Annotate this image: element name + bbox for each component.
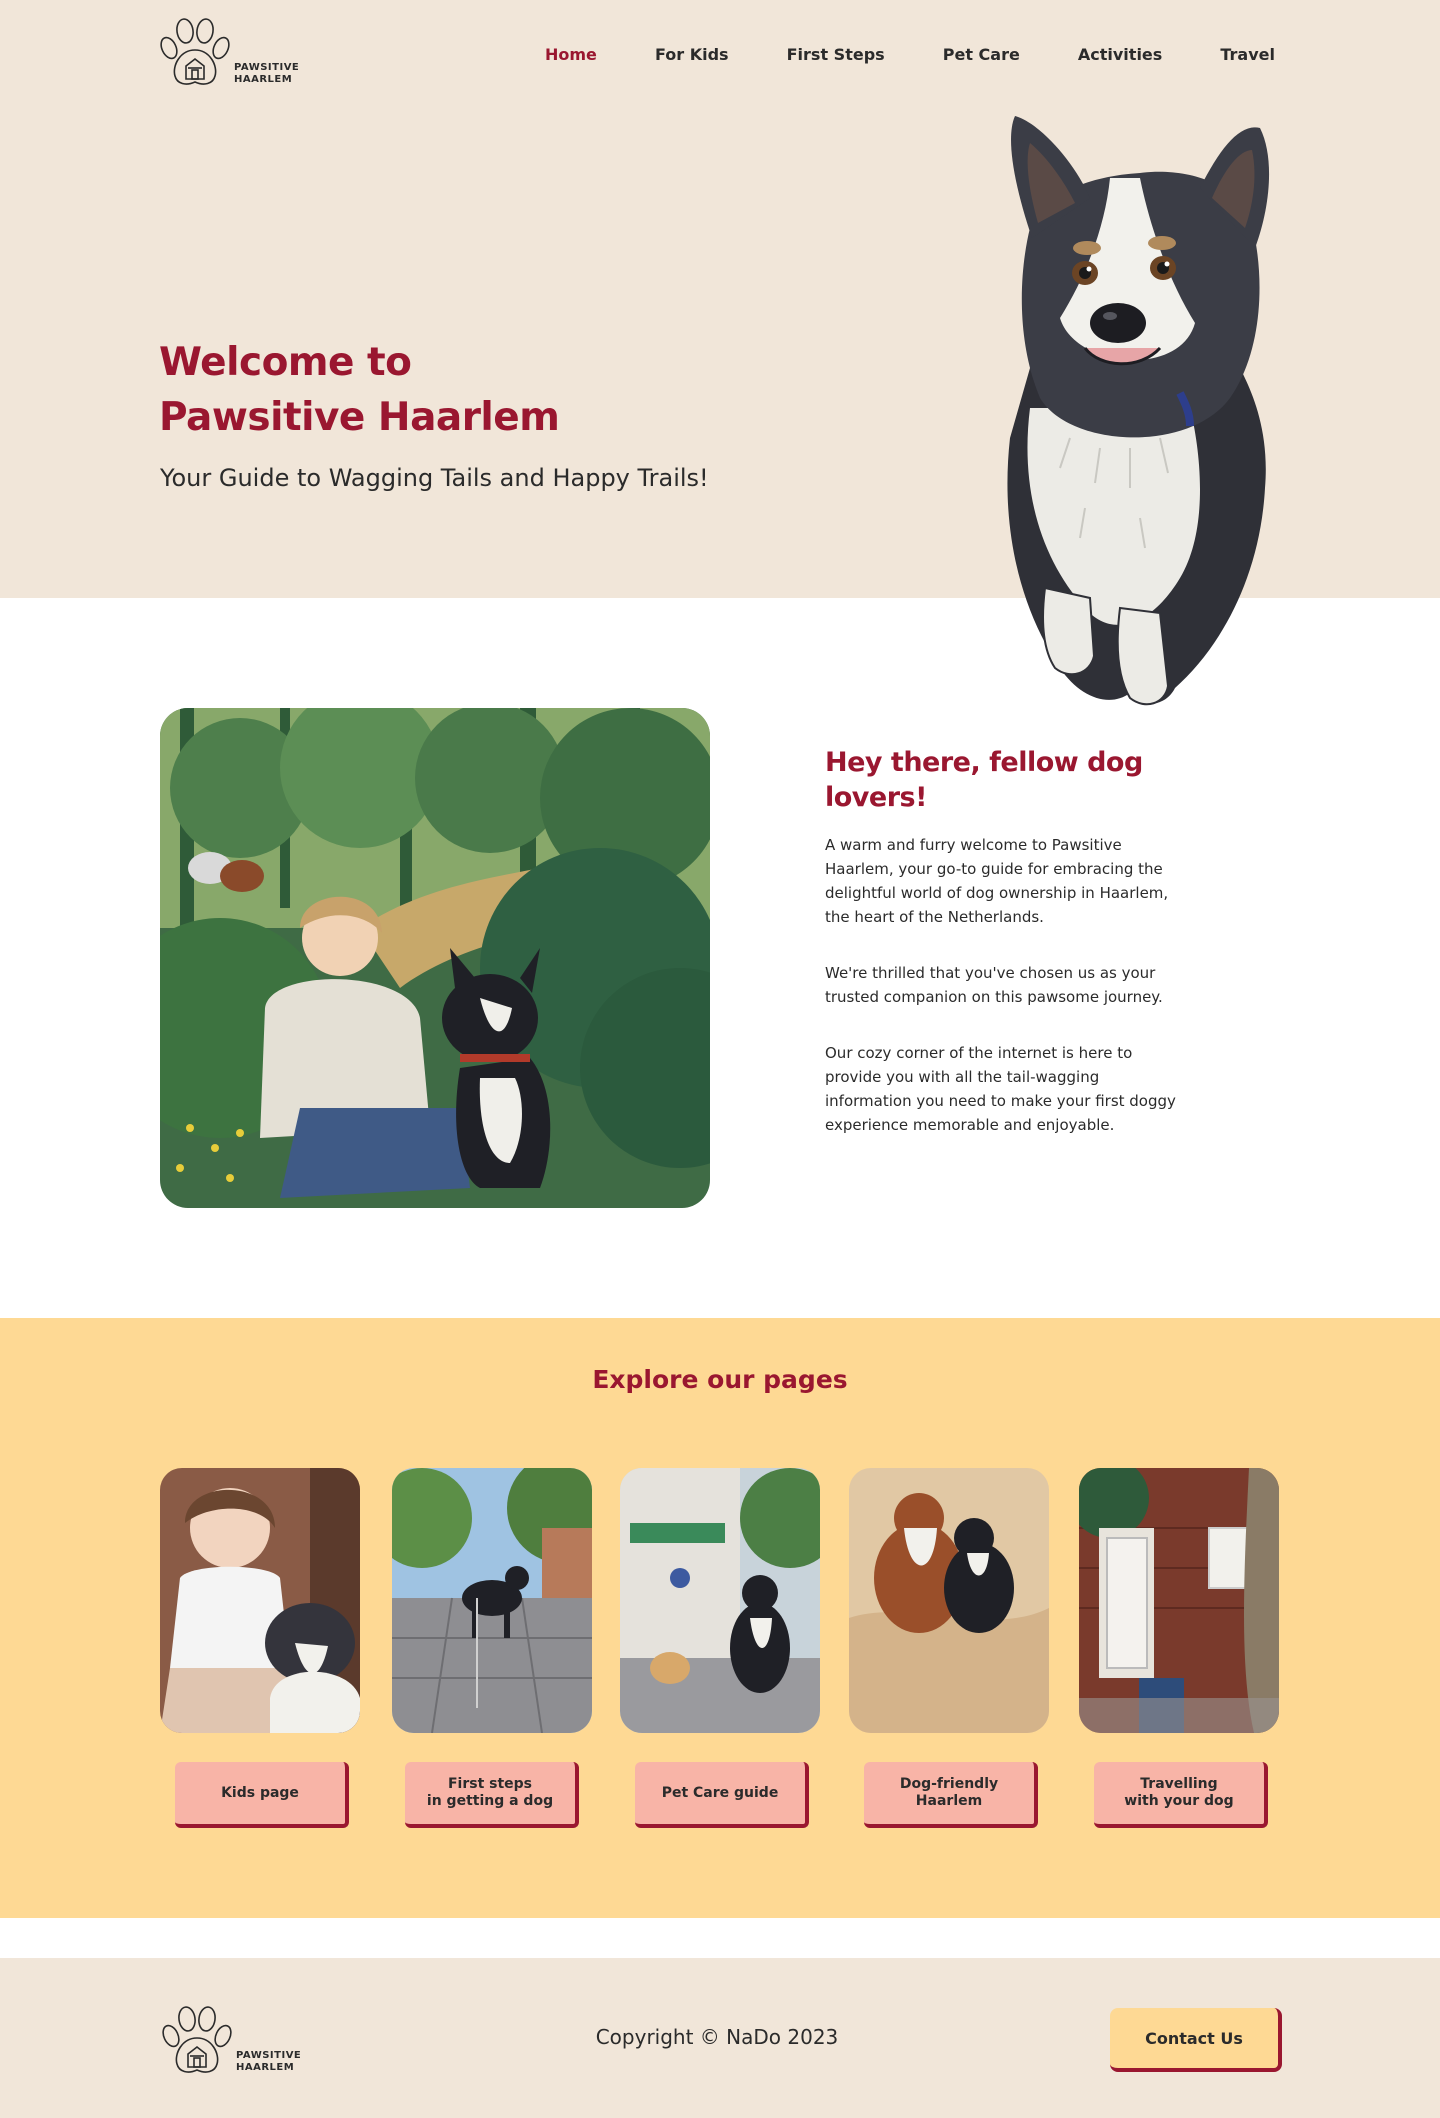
kids-page-image[interactable] xyxy=(160,1468,360,1733)
hero-title-line-1: Welcome to xyxy=(159,340,412,385)
pet-care-image[interactable] xyxy=(620,1468,820,1733)
nav-item-travel[interactable]: Travel xyxy=(1220,45,1275,64)
main-nav: Home For Kids First Steps Pet Care Activ… xyxy=(545,45,1275,64)
travelling-image[interactable] xyxy=(1079,1468,1279,1733)
logo-wordmark: PAWSITIVE HAARLEM xyxy=(236,2050,301,2074)
dog-friendly-button[interactable]: Dog-friendly Haarlem xyxy=(864,1762,1038,1828)
intro-paragraph: Our cozy corner of the internet is here … xyxy=(825,1044,1176,1134)
intro-heading: Hey there, fellow dog lovers! xyxy=(825,747,1143,813)
nav-item-for-kids[interactable]: For Kids xyxy=(655,45,729,64)
kids-page-button[interactable]: Kids page xyxy=(175,1762,349,1828)
explore-title: Explore our pages xyxy=(592,1365,848,1394)
hero-title: Welcome to Pawsitive Haarlem xyxy=(159,335,560,445)
header-logo[interactable]: PAWSITIVE HAARLEM xyxy=(158,10,299,90)
travelling-button[interactable]: Travelling with your dog xyxy=(1094,1762,1268,1828)
nav-item-activities[interactable]: Activities xyxy=(1078,45,1162,64)
first-steps-image[interactable] xyxy=(392,1468,592,1733)
logo-line-1: PAWSITIVE xyxy=(236,2050,302,2061)
logo-line-2: HAARLEM xyxy=(236,2062,295,2073)
hero-title-line-2: Pawsitive Haarlem xyxy=(159,395,560,440)
boy-with-dog-forest-image xyxy=(160,708,710,1208)
paw-house-logo-icon xyxy=(160,18,230,85)
nav-item-home[interactable]: Home xyxy=(545,45,597,64)
nav-item-first-steps[interactable]: First Steps xyxy=(787,45,885,64)
first-steps-button[interactable]: First steps in getting a dog xyxy=(405,1762,579,1828)
intro-text-block: Hey there, fellow dog lovers! A warm and… xyxy=(825,745,1185,1169)
contact-us-button[interactable]: Contact Us xyxy=(1110,2008,1282,2072)
logo-wordmark: PAWSITIVE HAARLEM xyxy=(234,62,299,86)
dog-friendly-image[interactable] xyxy=(849,1468,1049,1733)
intro-paragraph: A warm and furry welcome to Pawsitive Ha… xyxy=(825,836,1169,926)
pet-care-button[interactable]: Pet Care guide xyxy=(635,1762,809,1828)
logo-line-2: HAARLEM xyxy=(234,74,293,85)
nav-item-pet-care[interactable]: Pet Care xyxy=(943,45,1020,64)
logo-line-1: PAWSITIVE xyxy=(234,62,300,73)
border-collie-illustration xyxy=(1007,116,1270,706)
hero-subtitle: Your Guide to Wagging Tails and Happy Tr… xyxy=(160,464,709,492)
intro-paragraph: We're thrilled that you've chosen us as … xyxy=(825,964,1163,1006)
